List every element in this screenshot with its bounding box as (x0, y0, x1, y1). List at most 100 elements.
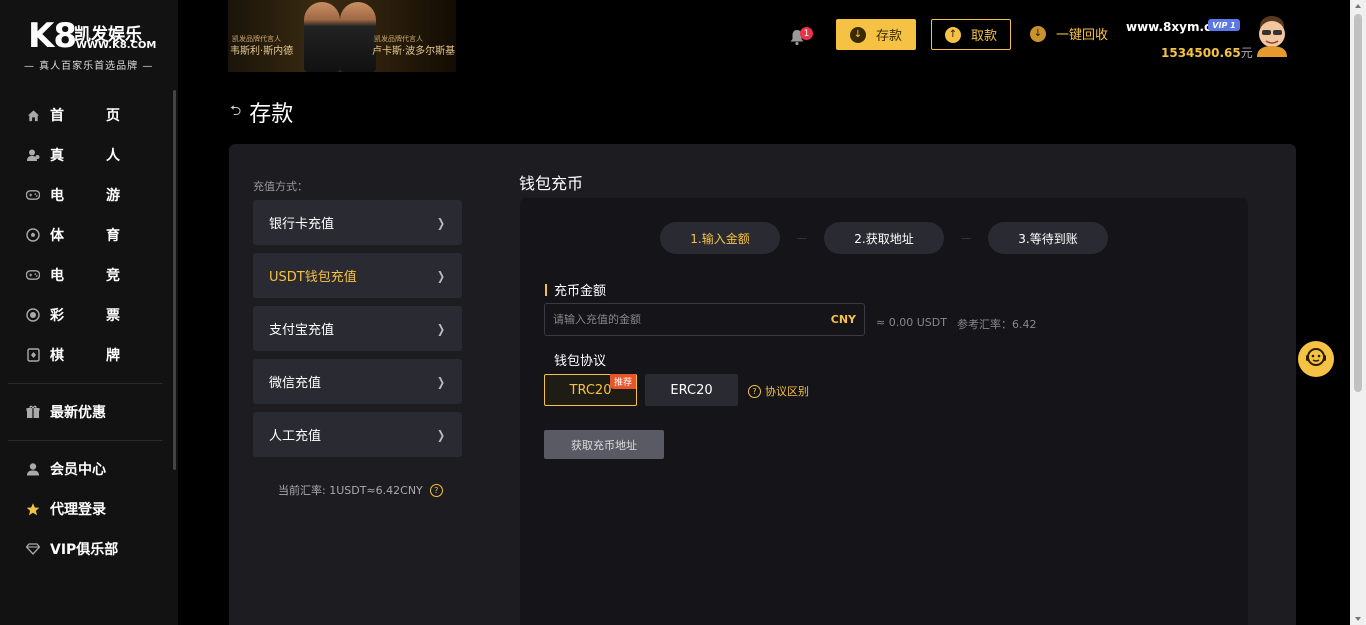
gift-icon (26, 405, 40, 419)
wallet-title: 钱包充币 (519, 174, 584, 193)
sidebar-item-label: 页 (106, 108, 120, 124)
scroll-down-arrow[interactable] (1355, 617, 1361, 621)
protocol-difference-link[interactable]: ? 协议区别 (748, 383, 809, 399)
currency-unit: CNY (830, 313, 856, 326)
chevron-right-icon: ❯ (436, 374, 445, 389)
question-icon[interactable]: ? (429, 483, 443, 497)
upload-icon: ↑ (944, 26, 961, 43)
avatar[interactable] (1253, 12, 1291, 57)
gamepad-icon (26, 188, 40, 202)
recycle-all-button[interactable]: ↓ 一键回收 (1030, 24, 1108, 43)
reference-rate: 参考汇率：6.42 (957, 318, 1037, 331)
customer-support-button[interactable] (1298, 341, 1334, 377)
ambassador-figure (340, 2, 376, 72)
sidebar-item-lottery[interactable]: 彩票 (0, 295, 170, 335)
page-scrollbar[interactable] (1350, 0, 1366, 625)
sidebar-item-chess[interactable]: 棋牌 (0, 335, 170, 375)
protocol-erc20-button[interactable]: ERC20 (645, 374, 738, 406)
sidebar-item-agent-login[interactable]: 代理登录 (0, 489, 170, 529)
recycle-icon: ↓ (1030, 25, 1046, 42)
sidebar-item-live[interactable]: 真人 (0, 135, 170, 175)
payment-method-list: 银行卡充值 ❯ USDT钱包充值 ❯ 支付宝充值 ❯ 微信充值 ❯ 人工充值 ❯ (253, 200, 462, 465)
method-label: 支付宝充值 (269, 323, 335, 338)
method-label: 微信充值 (269, 376, 322, 391)
sidebar-item-vip-club[interactable]: VIP俱乐部 (0, 529, 170, 569)
lottery-ball-icon (26, 308, 40, 322)
current-rate-note: 当前汇率: 1USDT≈6.42CNY ? (278, 482, 443, 498)
current-rate-text: 当前汇率: 1USDT≈6.42CNY (278, 484, 423, 497)
usdt-approx: ≈ 0.00 USDT (876, 316, 947, 329)
sidebar-scrollbar[interactable] (173, 90, 176, 470)
balance-unit: 元 (1240, 46, 1253, 60)
card-icon (26, 348, 40, 362)
question-icon: ? (748, 384, 761, 398)
sidebar-item-label: VIP俱乐部 (50, 542, 119, 558)
balance-amount: 1534500.65 (1161, 46, 1241, 60)
method-usdt-wallet[interactable]: USDT钱包充值 ❯ (253, 253, 462, 298)
sidebar-item-label: 人 (106, 148, 120, 164)
sidebar-item-label: 真 (50, 148, 64, 164)
withdraw-button[interactable]: ↑ 取款 (931, 19, 1011, 50)
vip-badge: VIP 1 (1208, 19, 1240, 31)
sidebar-item-sports[interactable]: 体育 (0, 215, 170, 255)
logo[interactable]: K8 凯发娱乐 WWW.K8.COM — 真人百家乐首选品牌 — (14, 12, 164, 72)
sidebar-item-esports[interactable]: 电竞 (0, 255, 170, 295)
sidebar-divider (8, 440, 162, 441)
method-wechat[interactable]: 微信充值 ❯ (253, 359, 462, 404)
step-enter-amount: 1.输入金额 (660, 222, 780, 254)
logo-mark: K8 (28, 16, 77, 56)
get-deposit-address-button[interactable]: 获取充币地址 (544, 430, 664, 459)
scroll-up-arrow[interactable] (1355, 4, 1361, 8)
sidebar-item-label: 竞 (106, 268, 120, 284)
sidebar-item-label: 育 (106, 228, 120, 244)
recycle-label: 一键回收 (1056, 28, 1109, 43)
ambassador-banner[interactable]: 凯发品牌代言人 韦斯利·斯内德 凯发品牌代言人 卢卡斯·波多尔斯基 (228, 0, 456, 72)
sidebar-item-label: 代理登录 (50, 502, 106, 518)
diamond-icon (26, 542, 40, 556)
method-label: 银行卡充值 (269, 217, 335, 232)
back-arrow-icon[interactable]: ⮌ (230, 100, 241, 124)
sidebar-item-home[interactable]: 首页 (0, 95, 170, 135)
protocol-label: 钱包协议 (554, 354, 607, 369)
sidebar-item-label: 电 (50, 268, 64, 284)
recommend-badge: 推荐 (609, 374, 636, 389)
sidebar-item-member-center[interactable]: 会员中心 (0, 449, 170, 489)
ambassador-name: 韦斯利·斯内德 (230, 46, 294, 57)
amount-field[interactable]: CNY (544, 303, 865, 336)
user-icon (26, 462, 40, 476)
ambassador-name: 卢卡斯·波多尔斯基 (372, 46, 456, 57)
withdraw-label: 取款 (970, 29, 997, 44)
protocol-label-text: TRC20 (569, 382, 612, 398)
sidebar-item-promotions[interactable]: 最新优惠 (0, 392, 170, 432)
wallet-deposit-panel: 1.输入金额 — 2.获取地址 — 3.等待到账 充币金额 CNY ≈ 0.00… (520, 198, 1248, 625)
sidebar-item-label: 会员中心 (50, 462, 106, 478)
sidebar-item-label: 牌 (106, 348, 120, 364)
method-bank-card[interactable]: 银行卡充值 ❯ (253, 200, 462, 245)
protocol-trc20-button[interactable]: TRC20 推荐 (544, 374, 637, 406)
esports-gamepad-icon (26, 268, 40, 282)
header: 凯发品牌代言人 韦斯利·斯内德 凯发品牌代言人 卢卡斯·波多尔斯基 1 ↓ 存款… (178, 0, 1350, 80)
sidebar-divider (8, 383, 162, 384)
scrollbar-thumb[interactable] (1354, 14, 1362, 392)
chevron-right-icon: ❯ (436, 268, 445, 283)
sidebar-item-label: 彩 (50, 308, 64, 324)
method-alipay[interactable]: 支付宝充值 ❯ (253, 306, 462, 351)
step-separator: — (961, 232, 971, 244)
headset-icon (1304, 345, 1328, 373)
chevron-right-icon: ❯ (436, 321, 445, 336)
notification-badge: 1 (800, 27, 813, 40)
amount-input[interactable] (553, 313, 831, 326)
sidebar-item-label: 电 (50, 188, 64, 204)
method-manual[interactable]: 人工充值 ❯ (253, 412, 462, 457)
sidebar-item-label: 棋 (50, 348, 64, 364)
sidebar-item-label: 体 (50, 228, 64, 244)
logo-slogan: — 真人百家乐首选品牌 — (24, 61, 154, 72)
live-person-icon (26, 148, 40, 162)
sidebar-item-slots[interactable]: 电游 (0, 175, 170, 215)
soccer-ball-icon (26, 228, 40, 242)
amount-label: 充币金额 (545, 280, 606, 299)
star-icon (26, 502, 40, 516)
step-separator: — (797, 232, 807, 244)
deposit-button[interactable]: ↓ 存款 (836, 19, 916, 50)
ambassador-figure (304, 2, 340, 72)
